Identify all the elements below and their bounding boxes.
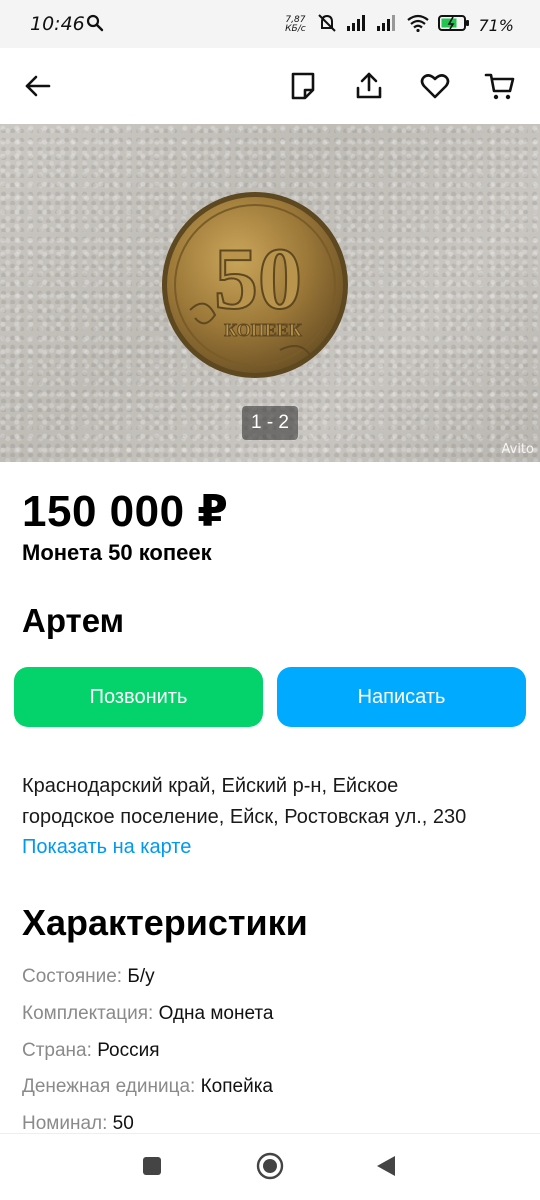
network-speed-unit: КБ/с (285, 24, 306, 34)
specs-title: Характеристики (22, 902, 308, 943)
spec-row: Комплектация: Одна монета (22, 1003, 273, 1025)
spec-key: Денежная единица: (22, 1076, 196, 1097)
spec-value: Россия (97, 1040, 160, 1061)
back-arrow-icon[interactable] (22, 70, 54, 102)
app-bar (0, 48, 540, 124)
write-button[interactable]: Написать (277, 667, 526, 727)
status-bar: 10:46 7,87 КБ/с 71% (0, 0, 540, 48)
address-line-1: Краснодарский край, Ейский р-н, Ейское (22, 775, 399, 797)
search-icon (86, 14, 104, 36)
spec-value: 50 (112, 1113, 134, 1134)
heart-icon[interactable] (419, 70, 451, 102)
wifi-icon (406, 14, 430, 36)
spec-row: Номинал: 50 (22, 1113, 134, 1135)
avito-watermark: Avito (501, 442, 535, 457)
battery-percent: 71% (478, 15, 514, 35)
spec-row: Денежная единица: Копейка (22, 1076, 273, 1098)
spec-row: Состояние: Б/у (22, 966, 155, 988)
share-icon[interactable] (353, 70, 385, 102)
spec-row: Страна: Россия (22, 1040, 160, 1062)
system-nav-bar (0, 1134, 540, 1200)
battery-icon (438, 14, 470, 36)
coin-word: КОПЕЕК (224, 320, 302, 340)
mute-icon (316, 12, 338, 38)
signal-icon (346, 14, 368, 36)
photo-counter: 1 - 2 (242, 406, 298, 440)
coin-value: 50 (214, 231, 302, 328)
coin-image: 50 КОПЕЕК (162, 192, 348, 378)
status-indicators: 7,87 КБ/с 71% (282, 12, 514, 38)
home-icon[interactable] (256, 1152, 284, 1185)
address-line-2: городское поселение, Ейск, Ростовская ул… (22, 806, 467, 828)
listing-title: Монета 50 копеек (22, 540, 212, 565)
spec-key: Номинал: (22, 1113, 108, 1134)
spec-key: Страна: (22, 1040, 92, 1061)
spec-key: Состояние: (22, 966, 123, 987)
show-on-map-link[interactable]: Показать на карте (22, 836, 191, 859)
recents-icon[interactable] (141, 1155, 163, 1182)
cart-icon[interactable] (484, 70, 516, 102)
note-icon[interactable] (287, 70, 319, 102)
network-speed: 7,87 КБ/с (282, 16, 308, 34)
spec-value: Копейка (200, 1076, 273, 1097)
spec-value: Одна монета (158, 1003, 274, 1024)
spec-key: Комплектация: (22, 1003, 154, 1024)
price: 150 000 ₽ (22, 487, 229, 536)
address: Краснодарский край, Ейский р-н, Ейское г… (22, 771, 522, 833)
back-nav-icon[interactable] (375, 1154, 397, 1183)
signal-icon-2 (376, 14, 398, 36)
status-time: 10:46 (30, 13, 85, 35)
spec-value: Б/у (127, 966, 155, 987)
call-button[interactable]: Позвонить (14, 667, 263, 727)
seller-name[interactable]: Артем (22, 602, 124, 640)
photo-gallery[interactable]: 50 КОПЕЕК 1 - 2 Avito (0, 124, 540, 462)
